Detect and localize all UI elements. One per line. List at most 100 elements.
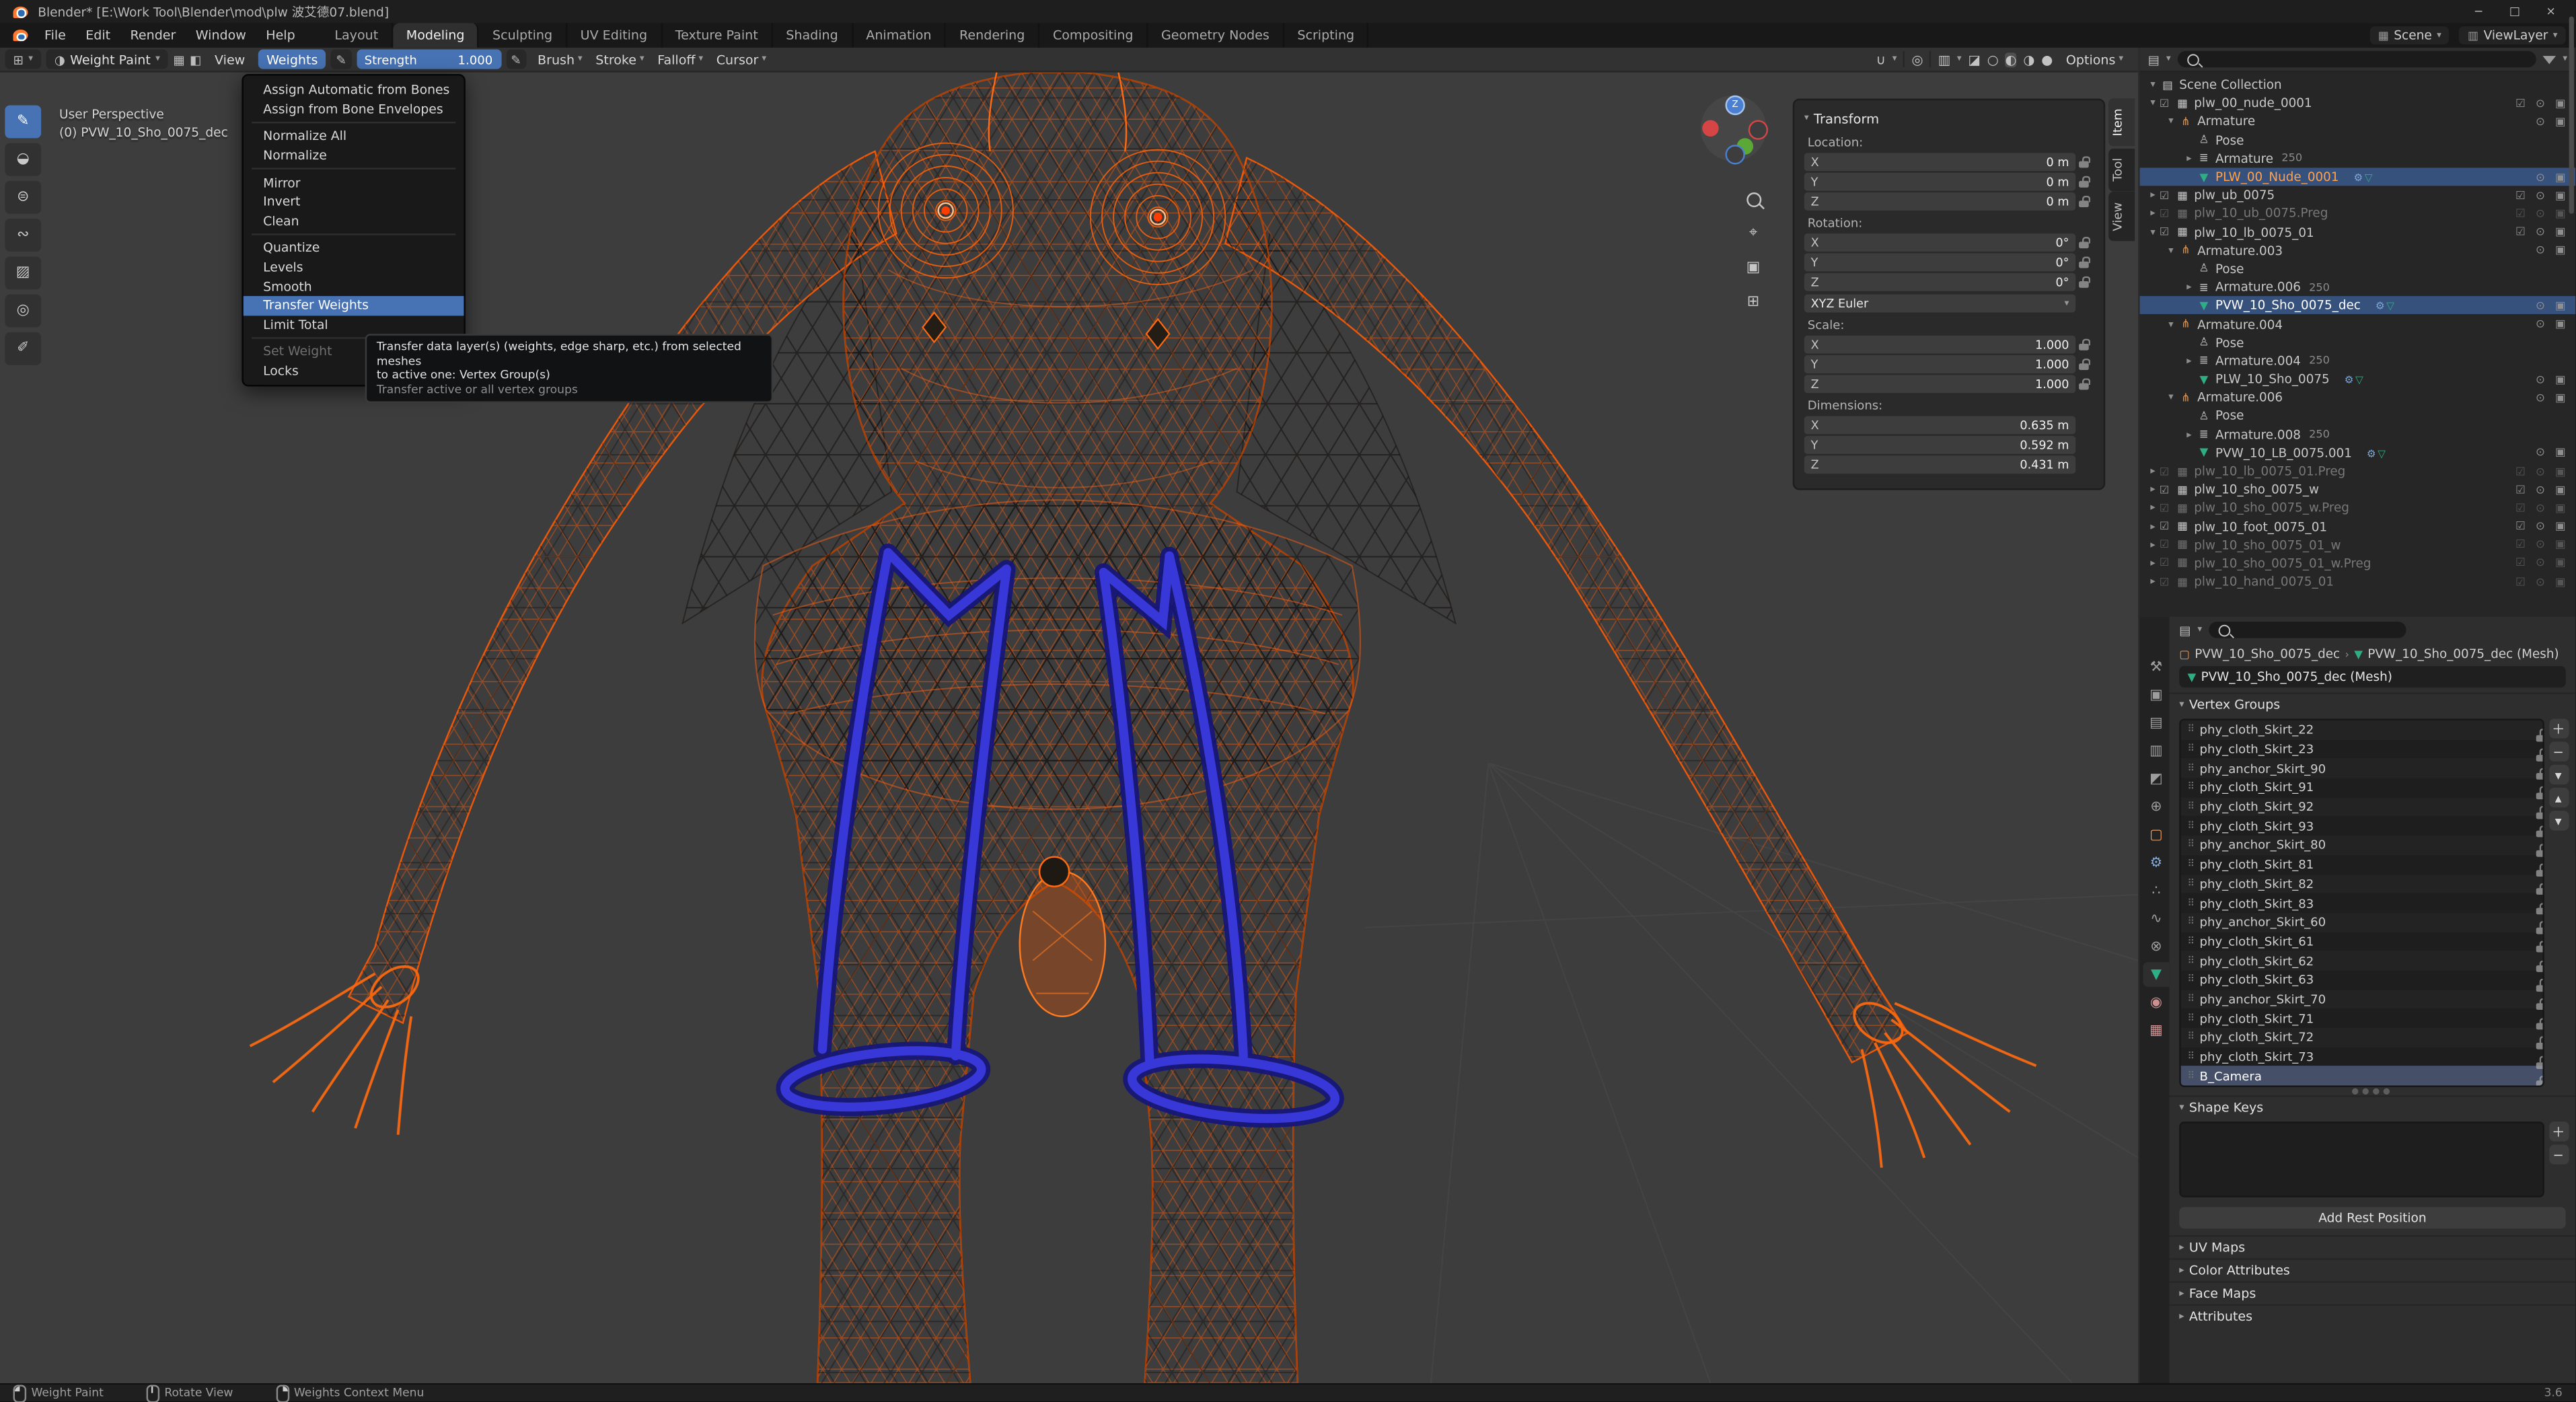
weights-menu-item[interactable]: Transfer Weights [244, 296, 464, 315]
weights-menu-item[interactable]: Assign Automatic from Bones [244, 81, 464, 100]
vertex-group-row[interactable]: phy_cloth_Skirt_22 [2181, 721, 2543, 740]
shading-material-icon[interactable]: ◑ [2023, 52, 2034, 67]
tab-view[interactable]: View [2108, 192, 2135, 241]
rotation-field[interactable]: X0° [1804, 233, 2075, 252]
properties-tab-icon[interactable] [2143, 962, 2169, 987]
weights-menu-item[interactable]: Mirror [244, 174, 464, 192]
visibility-icons[interactable] [2515, 207, 2575, 221]
vertex-group-row[interactable]: phy_anchor_Skirt_80 [2181, 836, 2543, 855]
visibility-icons[interactable] [2536, 446, 2575, 459]
tool-button[interactable] [5, 105, 41, 138]
expand-caret-icon[interactable] [2146, 226, 2160, 237]
visibility-icons[interactable] [2515, 188, 2575, 202]
outliner-row[interactable]: PLW_00_Nude_0001 [2140, 168, 2576, 186]
visibility-icons[interactable] [2515, 556, 2575, 570]
brush-settings-button[interactable]: ✎ [506, 49, 526, 69]
collapsed-panel-header[interactable]: ▸ Color Attributes [2170, 1258, 2576, 1281]
transform-panel-header[interactable]: ▾ Transform [1804, 107, 2094, 130]
mode-selector[interactable]: ◑Weight Paint▾ [46, 49, 169, 69]
expand-caret-icon[interactable] [2146, 503, 2160, 514]
weights-menu-item[interactable] [244, 118, 464, 126]
menubar-item[interactable]: Help [256, 23, 305, 48]
editor-type-button[interactable]: ⊞▾ [5, 49, 41, 69]
vertex-group-row[interactable]: phy_cloth_Skirt_73 [2181, 1047, 2543, 1067]
view-menu[interactable]: View [207, 49, 254, 69]
outliner-row[interactable]: PVW_10_LB_0075.001 [2140, 443, 2576, 462]
outliner-row[interactable]: Pose [2140, 407, 2576, 425]
resize-grip[interactable]: ●●●● [2170, 1087, 2576, 1095]
properties-tab-icon[interactable] [2143, 878, 2169, 903]
header-dropdown[interactable]: Stroke▾ [589, 52, 651, 67]
workspace-tab[interactable]: Layout [322, 23, 393, 48]
dimension-field[interactable]: Z0.431 m [1804, 455, 2075, 474]
workspace-tab[interactable]: Animation [853, 23, 947, 48]
properties-tab-icon[interactable] [2143, 795, 2169, 819]
tool-button[interactable] [5, 332, 41, 365]
vertex-group-row[interactable]: phy_anchor_Skirt_90 [2181, 759, 2543, 778]
vertex-group-row[interactable]: phy_cloth_Skirt_23 [2181, 739, 2543, 759]
location-field[interactable]: Z0 m [1804, 192, 2075, 211]
minimize-button[interactable]: − [2460, 0, 2497, 23]
vertex-groups-panel-header[interactable]: ▾ Vertex Groups [2170, 692, 2576, 715]
location-field[interactable]: X0 m [1804, 153, 2075, 171]
expand-caret-icon[interactable] [2146, 466, 2160, 477]
vertex-group-row[interactable]: phy_cloth_Skirt_81 [2181, 855, 2543, 875]
pan-icon[interactable]: ⌖ [1740, 222, 1766, 245]
visibility-icons[interactable] [2515, 465, 2575, 478]
weights-menu-item[interactable]: Normalize All [244, 127, 464, 146]
rotation-field[interactable]: Z0° [1804, 273, 2075, 291]
zoom-icon[interactable] [1740, 188, 1766, 211]
expand-caret-icon[interactable] [2146, 98, 2160, 109]
expand-caret-icon[interactable] [2182, 281, 2196, 293]
workspace-tab[interactable]: Rendering [946, 23, 1039, 48]
weights-menu-item[interactable]: Limit Total [244, 315, 464, 334]
shape-keys-panel-header[interactable]: ▾ Shape Keys [2170, 1095, 2576, 1118]
expand-caret-icon[interactable] [2182, 355, 2196, 367]
collapsed-panel-header[interactable]: ▸ Attributes [2170, 1304, 2576, 1327]
menubar-item[interactable]: File [34, 23, 75, 48]
workspace-tab[interactable]: Texture Paint [662, 23, 773, 48]
properties-tab-icon[interactable] [2143, 990, 2169, 1015]
visibility-icons[interactable] [2515, 538, 2575, 552]
blender-menu-icon[interactable] [13, 30, 28, 41]
add-vertex-group-button[interactable]: ＋ [2548, 718, 2568, 738]
tool-button[interactable] [5, 181, 41, 214]
vertex-group-row[interactable]: phy_cloth_Skirt_82 [2181, 874, 2543, 893]
outliner-row[interactable]: Armature.006 [2140, 388, 2576, 406]
collection-checkbox-icon[interactable] [2160, 465, 2174, 478]
lock-icon[interactable] [2075, 339, 2094, 350]
expand-caret-icon[interactable] [2182, 429, 2196, 440]
dimension-field[interactable]: X0.635 m [1804, 416, 2075, 435]
workspace-tab[interactable]: Scripting [1284, 23, 1369, 48]
dimension-field[interactable]: Y0.592 m [1804, 436, 2075, 454]
brush-datablock-button[interactable]: ✎ [331, 49, 351, 69]
outliner-row[interactable]: Armature 250 [2140, 149, 2576, 168]
vertex-group-row[interactable]: phy_cloth_Skirt_83 [2181, 893, 2543, 913]
outliner-row[interactable]: plw_00_nude_0001 [2140, 94, 2576, 112]
outliner-row[interactable]: plw_10_sho_0075_w.Preg [2140, 499, 2576, 517]
visibility-icons[interactable] [2515, 501, 2575, 515]
collection-checkbox-icon[interactable] [2160, 501, 2174, 515]
tool-button[interactable] [5, 256, 41, 289]
outliner-row[interactable]: Armature.006 250 [2140, 278, 2576, 296]
outliner-search-input[interactable] [2177, 51, 2536, 67]
weights-menu-item[interactable]: Quantize [244, 239, 464, 258]
expand-caret-icon[interactable] [2182, 153, 2196, 164]
menubar-item[interactable]: Edit [76, 23, 120, 48]
properties-tab-icon[interactable] [2143, 766, 2169, 791]
add-shape-key-button[interactable]: ＋ [2548, 1121, 2568, 1141]
filter-icon[interactable] [2543, 55, 2556, 63]
workspace-tab[interactable]: Shading [773, 23, 853, 48]
scale-field[interactable]: Z1.000 [1804, 375, 2075, 393]
strength-slider[interactable]: Strength 1.000 [356, 49, 501, 69]
location-field[interactable]: Y0 m [1804, 173, 2075, 191]
workspace-tab[interactable]: UV Editing [567, 23, 662, 48]
outliner-row[interactable]: Armature.004 250 [2140, 352, 2576, 370]
collection-checkbox-icon[interactable] [2160, 538, 2174, 552]
outliner-row[interactable]: plw_10_lb_0075_01 [2140, 223, 2576, 241]
visibility-icons[interactable] [2515, 483, 2575, 496]
vertex-group-row[interactable]: phy_cloth_Skirt_62 [2181, 951, 2543, 971]
shading-solid-icon[interactable]: ◐ [2005, 52, 2017, 67]
outliner-row[interactable]: plw_10_sho_0075_w [2140, 480, 2576, 499]
properties-tab-icon[interactable] [2143, 822, 2169, 847]
